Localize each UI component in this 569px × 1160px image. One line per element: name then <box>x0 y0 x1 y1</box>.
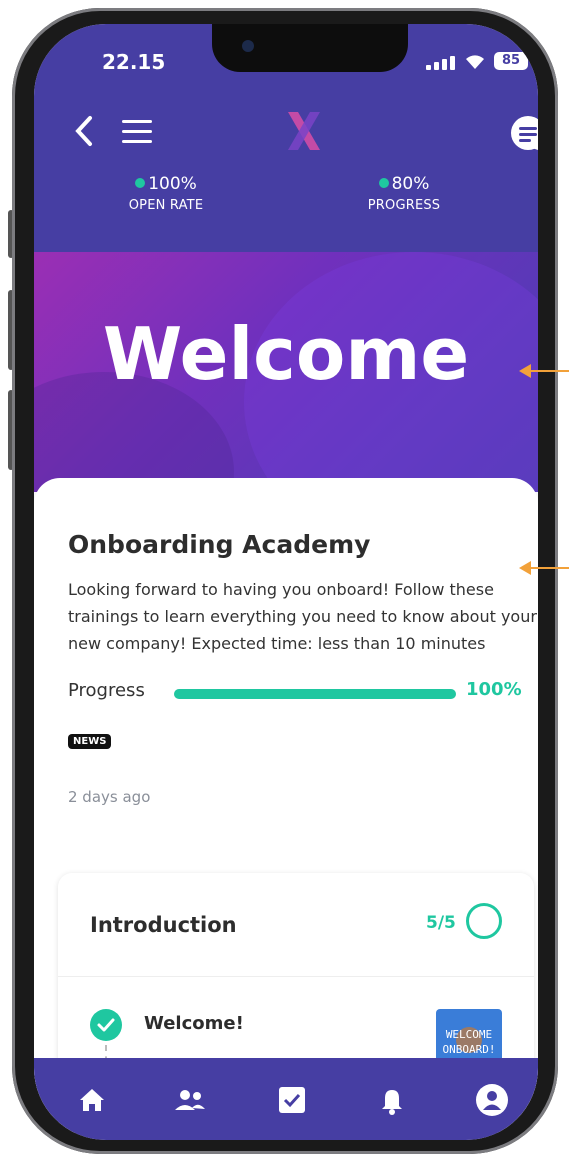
bottom-tab-bar <box>34 1058 538 1140</box>
stat-label: OPEN RATE <box>128 198 204 213</box>
lesson-title[interactable]: Welcome! <box>144 1013 244 1034</box>
signal-icon <box>426 56 456 70</box>
check-circle-icon <box>90 1009 122 1041</box>
home-icon[interactable] <box>74 1082 110 1118</box>
course-card: Onboarding Academy Looking forward to ha… <box>34 478 538 1133</box>
course-description: Looking forward to having you onboard! F… <box>68 580 537 653</box>
stat-label: PROGRESS <box>367 198 441 213</box>
back-icon[interactable] <box>72 114 98 148</box>
profile-icon[interactable] <box>474 1082 510 1118</box>
annotation-arrow <box>519 561 569 575</box>
menu-icon[interactable] <box>122 120 152 143</box>
divider <box>58 976 534 977</box>
hero-title: Welcome <box>102 312 470 396</box>
course-title: Onboarding Academy <box>68 530 371 559</box>
chat-icon[interactable] <box>508 114 538 154</box>
phone-screen: 22.15 85 100% OPEN RATE 80% PROGRESS Wel… <box>34 24 538 1140</box>
stat-open-rate: 100% OPEN RATE <box>86 174 246 213</box>
people-icon[interactable] <box>172 1082 208 1118</box>
logo-icon <box>284 110 324 152</box>
progress-bar-fill <box>174 689 456 699</box>
stat-value: 100% <box>86 174 246 194</box>
lesson-thumb-text: WELCOME ONBOARD! <box>442 1028 496 1056</box>
checkbox-icon[interactable] <box>274 1082 310 1118</box>
wifi-icon <box>464 52 486 75</box>
status-time: 22.15 <box>102 50 166 74</box>
module-title: Introduction <box>90 913 237 937</box>
module-count: 5/5 <box>426 913 456 933</box>
progress-label: Progress <box>68 680 145 701</box>
progress-ring-icon <box>466 903 502 939</box>
posted-time: 2 days ago <box>68 788 151 806</box>
progress-bar <box>174 689 456 699</box>
app-header <box>34 110 538 154</box>
progress-value: 100% <box>466 679 522 700</box>
stat-value: 80% <box>324 174 484 194</box>
camera <box>242 40 254 52</box>
annotation-arrow <box>519 364 569 378</box>
news-tag[interactable]: NEWS <box>68 734 112 749</box>
battery-icon: 85 <box>494 52 528 70</box>
stat-progress: 80% PROGRESS <box>324 174 484 213</box>
hero-banner: Welcome <box>34 252 538 492</box>
bell-icon[interactable] <box>374 1082 410 1118</box>
phone-frame: 22.15 85 100% OPEN RATE 80% PROGRESS Wel… <box>12 8 558 1154</box>
